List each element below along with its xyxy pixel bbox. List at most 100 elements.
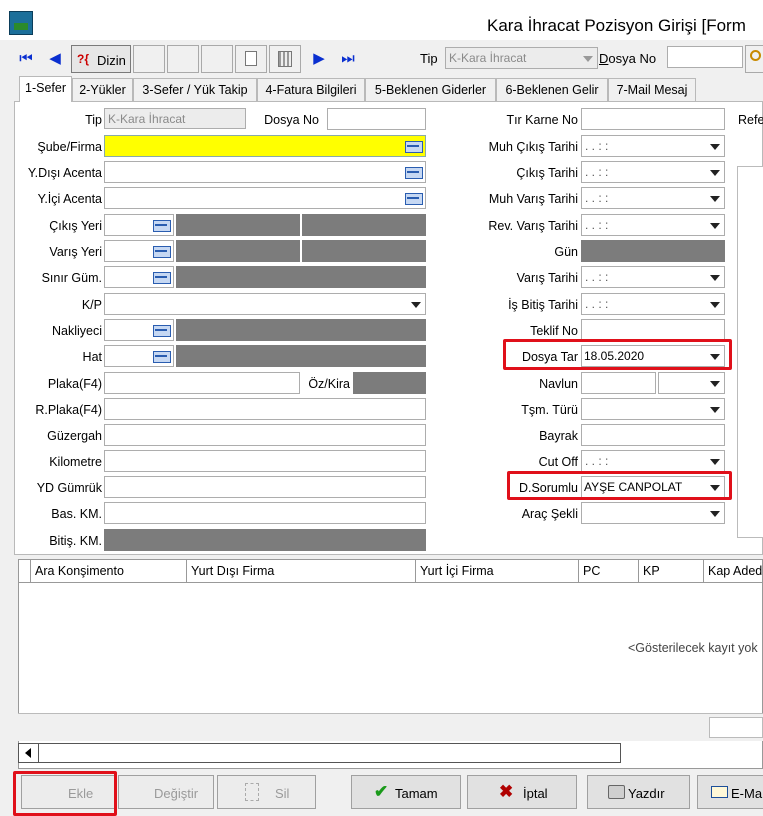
cikis-tarihi-date[interactable]: . . : : — [581, 161, 725, 183]
tab-sefer-yuk-takip[interactable]: 3-Sefer / Yük Takip — [133, 78, 257, 101]
rplaka-input[interactable] — [104, 398, 426, 420]
search-button[interactable] — [745, 45, 763, 73]
grid-col-yurt-ici-firma[interactable]: Yurt İçi Firma — [416, 560, 579, 582]
toolbar-dosya-no-input[interactable] — [667, 46, 743, 68]
chevron-down-icon — [411, 302, 421, 308]
teklif-no-input[interactable] — [581, 319, 725, 341]
is-bitis-date[interactable]: . . : : — [581, 293, 725, 315]
toolbar-tip-select[interactable]: K-Kara İhracat — [445, 47, 598, 69]
prev-record-icon[interactable]: ◀ — [45, 49, 65, 69]
yazdir-label: Yazdır — [628, 786, 665, 801]
cut-off-label: Cut Off — [538, 455, 578, 469]
tsm-turu-select[interactable] — [581, 398, 725, 420]
nakliyeci-name — [176, 319, 426, 341]
grid-col-yurt-disi-firma[interactable]: Yurt Dışı Firma — [187, 560, 416, 582]
last-record-icon[interactable]: ⏭ — [338, 49, 358, 69]
tab-beklenen-giderler[interactable]: 5-Beklenen Giderler — [365, 78, 496, 101]
calculator-icon — [278, 51, 292, 67]
email-button[interactable]: E-Ma — [697, 775, 763, 809]
sinir-gum-name — [176, 266, 426, 288]
calculator-button[interactable] — [269, 45, 301, 73]
lookup-icon[interactable] — [402, 163, 424, 181]
tab-fatura-bilgileri[interactable]: 4-Fatura Bilgileri — [257, 78, 365, 101]
dizin-button[interactable]: ?{ Dizin — [71, 45, 131, 73]
yici-acenta-input[interactable] — [104, 187, 426, 209]
tab-yukler[interactable]: 2-Yükler — [72, 78, 133, 101]
cikis-yeri-label: Çıkış Yeri — [49, 219, 102, 233]
muh-varis-date[interactable]: . . : : — [581, 187, 725, 209]
tab-beklenen-gelir[interactable]: 6-Beklenen Gelir — [496, 78, 608, 101]
lookup-icon[interactable] — [402, 137, 424, 155]
navlun-input[interactable] — [581, 372, 656, 394]
bas-km-label: Bas. KM. — [51, 507, 102, 521]
navlun-currency-select[interactable] — [658, 372, 725, 394]
next-record-icon[interactable]: ▶ — [309, 49, 329, 69]
tip-value: K-Kara İhracat — [108, 112, 186, 126]
lookup-icon[interactable] — [150, 321, 172, 339]
sil-button[interactable]: Sil — [217, 775, 316, 809]
ekle-highlight — [13, 771, 117, 816]
nakliyeci-input[interactable] — [104, 319, 174, 341]
search-icon — [750, 50, 761, 61]
plaka-input[interactable] — [104, 372, 300, 394]
toolbar-blank-button-3[interactable] — [201, 45, 233, 73]
tamam-button[interactable]: ✔ Tamam — [351, 775, 461, 809]
email-label: E-Ma — [731, 786, 763, 801]
tir-karne-input[interactable] — [581, 108, 725, 130]
dosya-no-label: Dosya No — [264, 113, 319, 127]
toolbar-tip-label: Tip — [420, 51, 438, 66]
toolbar-blank-button-1[interactable] — [133, 45, 165, 73]
grid-col-ara-konsimento[interactable]: Ara Konşimento — [31, 560, 187, 582]
muh-cikis-date[interactable]: . . : : — [581, 135, 725, 157]
lookup-icon[interactable] — [150, 216, 172, 234]
sube-firma-input[interactable] — [104, 135, 426, 157]
yd-gumruk-input[interactable] — [104, 476, 426, 498]
kp-select[interactable] — [104, 293, 426, 315]
chevron-down-icon — [710, 459, 720, 465]
date-mask: . . : : — [585, 270, 609, 284]
varis-yeri-input[interactable] — [104, 240, 174, 262]
dosya-no-input[interactable] — [327, 108, 426, 130]
sube-firma-label: Şube/Firma — [37, 140, 102, 154]
cikis-yeri-input[interactable] — [104, 214, 174, 236]
date-mask: . . : : — [585, 191, 609, 205]
cut-off-date[interactable]: . . : : — [581, 450, 725, 472]
rev-varis-date[interactable]: . . : : — [581, 214, 725, 236]
lookup-icon[interactable] — [150, 347, 172, 365]
arac-sekli-select[interactable] — [581, 502, 725, 524]
iptal-button[interactable]: ✖ İptal — [467, 775, 577, 809]
kilometre-input[interactable] — [104, 450, 426, 472]
ydisi-acenta-input[interactable] — [104, 161, 426, 183]
rev-varis-label: Rev. Varış Tarihi — [488, 219, 578, 233]
lookup-icon[interactable] — [150, 268, 172, 286]
lookup-icon[interactable] — [150, 242, 172, 260]
envelope-icon — [711, 786, 728, 798]
cikis-yeri-country — [302, 214, 426, 236]
sinir-gum-input[interactable] — [104, 266, 174, 288]
toolbar-dosya-no-label: Dosya No — [599, 51, 657, 66]
tab-mail-mesaj[interactable]: 7-Mail Mesaj — [608, 78, 696, 101]
hat-input[interactable] — [104, 345, 174, 367]
horizontal-scrollbar[interactable] — [18, 743, 621, 763]
scroll-left-button[interactable] — [19, 744, 39, 762]
first-record-icon[interactable]: ⏮ — [16, 49, 36, 69]
bas-km-input[interactable] — [104, 502, 426, 524]
reference-memo[interactable] — [737, 166, 763, 538]
toolbar-blank-button-2[interactable] — [167, 45, 199, 73]
sil-label: Sil — [275, 786, 290, 801]
iptal-label: İptal — [523, 786, 548, 801]
lookup-icon[interactable] — [402, 189, 424, 207]
preview-button[interactable] — [235, 45, 267, 73]
varis-tarihi-date[interactable]: . . : : — [581, 266, 725, 288]
guzergah-input[interactable] — [104, 424, 426, 446]
oz-kira-field — [353, 372, 426, 394]
arac-sekli-label: Araç Şekli — [521, 507, 578, 521]
grid-col-kp[interactable]: KP — [639, 560, 704, 582]
grid-col-kap-aded[interactable]: Kap Aded — [704, 560, 763, 582]
tab-sefer[interactable]: 1-Sefer — [19, 76, 72, 102]
grid-col-pc[interactable]: PC — [579, 560, 639, 582]
bayrak-input[interactable] — [581, 424, 725, 446]
kp-label: K/P — [81, 298, 102, 312]
degistir-button[interactable]: Değiştir — [118, 775, 214, 809]
yazdir-button[interactable]: Yazdır — [587, 775, 690, 809]
